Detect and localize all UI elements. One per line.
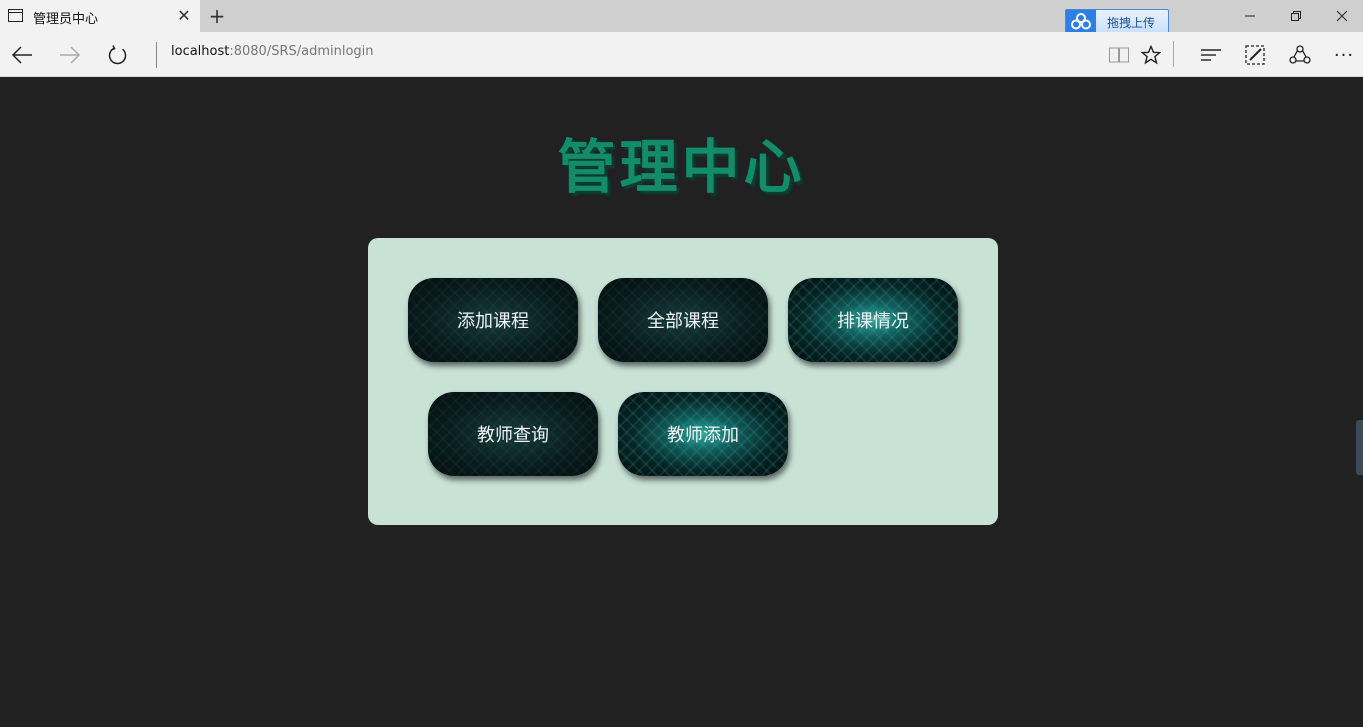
menu-panel: 添加课程 全部课程 排课情况 教师查询 教师添加 xyxy=(368,238,998,525)
hub-icon[interactable] xyxy=(1196,40,1226,70)
refresh-icon[interactable] xyxy=(103,40,133,70)
browser-tab[interactable]: 管理员中心 ✕ xyxy=(0,0,200,32)
url-path: :8080/SRS/adminlogin xyxy=(229,44,374,59)
tab-title: 管理员中心 xyxy=(33,12,99,27)
browser-tab-icon xyxy=(8,9,23,22)
extension-label: 拖拽上传 xyxy=(1107,16,1156,30)
more-icon[interactable]: ··· xyxy=(1329,40,1359,70)
url-host: localhost xyxy=(171,44,230,59)
side-panel-handle[interactable] xyxy=(1356,420,1363,475)
window-close-icon[interactable] xyxy=(1319,0,1363,32)
browser-toolbar: localhost:8080/SRS/adminlogin ··· xyxy=(0,32,1363,77)
baidu-upload-extension[interactable]: 拖拽上传 xyxy=(1065,9,1169,34)
star-icon[interactable] xyxy=(1136,40,1166,70)
address-divider xyxy=(156,42,157,68)
schedule-status-button[interactable]: 排课情况 xyxy=(788,278,958,362)
close-tab-icon[interactable]: ✕ xyxy=(174,6,194,26)
forward-arrow-icon[interactable] xyxy=(55,40,85,70)
new-tab-plus-icon[interactable]: + xyxy=(206,4,228,28)
toolbar-divider xyxy=(1173,41,1174,67)
cloud-icon xyxy=(1066,10,1096,33)
page-title: 管理中心 xyxy=(557,133,806,201)
teacher-query-button[interactable]: 教师查询 xyxy=(428,392,598,476)
all-courses-button[interactable]: 全部课程 xyxy=(598,278,768,362)
web-note-icon[interactable] xyxy=(1240,40,1270,70)
address-bar[interactable]: localhost:8080/SRS/adminlogin xyxy=(171,44,374,59)
minimize-icon[interactable] xyxy=(1227,0,1273,32)
tab-bar: 管理员中心 ✕ + 拖拽上传 xyxy=(0,0,1363,34)
reading-view-icon[interactable] xyxy=(1104,40,1134,70)
back-arrow-icon[interactable] xyxy=(7,40,37,70)
add-course-button[interactable]: 添加课程 xyxy=(408,278,578,362)
add-teacher-button[interactable]: 教师添加 xyxy=(618,392,788,476)
share-icon[interactable] xyxy=(1285,40,1315,70)
restore-icon[interactable] xyxy=(1273,0,1319,32)
